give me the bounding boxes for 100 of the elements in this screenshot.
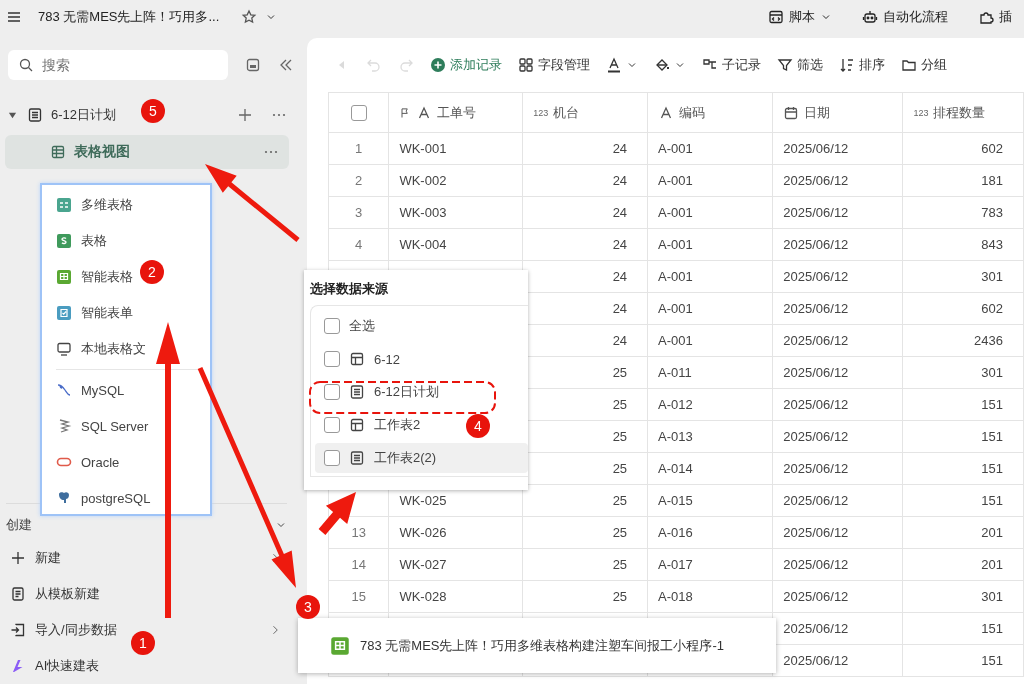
- list-item[interactable]: 全选: [315, 311, 383, 341]
- table-cell: 2025/06/12: [783, 397, 849, 412]
- menu-item[interactable]: MySQL: [56, 382, 125, 398]
- menu-item[interactable]: 导入/同步数据: [10, 621, 117, 639]
- table-cell: 783: [981, 205, 1003, 220]
- puzzle-icon: [978, 9, 994, 25]
- table-cell: 2025/06/12: [783, 301, 849, 316]
- table-cell: 2025/06/12: [783, 589, 849, 604]
- toolbar-button[interactable]: 分组: [894, 51, 954, 79]
- tree-item[interactable]: 表格视图: [5, 135, 289, 169]
- grid-icon: [518, 57, 534, 73]
- row-number: 13: [351, 525, 366, 540]
- column-header[interactable]: 工单号: [437, 103, 477, 122]
- list-item[interactable]: 6-12日计划: [315, 377, 448, 407]
- search-field[interactable]: 搜索: [8, 50, 228, 80]
- menu-item[interactable]: AI快速建表: [10, 657, 100, 675]
- table-cell: A-015: [658, 493, 693, 508]
- table-cell: 25: [612, 525, 628, 540]
- plus-icon[interactable]: [237, 107, 253, 123]
- number-type-label: 123: [533, 107, 549, 118]
- menu-item[interactable]: 表格: [56, 232, 107, 250]
- expand-triangle-icon[interactable]: [8, 110, 17, 120]
- table-cell: WK-003: [399, 205, 447, 220]
- table-cell: 843: [981, 237, 1003, 252]
- column-header[interactable]: 编码: [679, 103, 706, 122]
- column-header[interactable]: 日期: [804, 103, 831, 122]
- table-cell: 24: [612, 333, 628, 348]
- toolbar-button[interactable]: 筛选: [770, 51, 830, 79]
- toolbar-button[interactable]: 排序: [832, 51, 892, 79]
- table-cell: A-001: [658, 205, 693, 220]
- toolbar-button[interactable]: 字段管理: [511, 51, 597, 79]
- table-cell: A-014: [658, 461, 693, 476]
- table-cell: 151: [981, 397, 1003, 412]
- table-cell: 301: [981, 269, 1003, 284]
- toolbar-button[interactable]: 脚本: [762, 8, 838, 26]
- checkbox[interactable]: [324, 450, 340, 466]
- checkbox[interactable]: [324, 351, 340, 367]
- list-item[interactable]: 工作表2(2): [315, 443, 528, 473]
- toolbar-button[interactable]: 插: [972, 8, 1018, 26]
- import-icon: [10, 622, 26, 638]
- table-cell: 151: [981, 493, 1003, 508]
- table-cell: A-001: [658, 141, 693, 156]
- list-item[interactable]: 6-12: [315, 344, 409, 374]
- checkbox[interactable]: [324, 417, 340, 433]
- table-cell: 2025/06/12: [783, 365, 849, 380]
- table-cell: 24: [612, 205, 628, 220]
- notification-toast[interactable]: 783 无需MES先上阵！巧用多维表格构建注塑车间报工小程序-1: [298, 618, 776, 673]
- star-icon[interactable]: [241, 9, 258, 25]
- table-cell: 25: [612, 429, 628, 444]
- table-cell: 25: [612, 589, 628, 604]
- popup-title: 选择数据来源: [310, 280, 389, 298]
- table-cell: A-011: [658, 365, 692, 380]
- column-header[interactable]: 排程数量: [933, 103, 986, 122]
- sort-icon: [839, 57, 855, 73]
- toolbar-button[interactable]: 自动化流程: [856, 8, 954, 26]
- checkbox[interactable]: [324, 384, 340, 400]
- table-cell: 25: [612, 493, 628, 508]
- paint-bucket-icon: [654, 57, 670, 73]
- table-cell: 301: [981, 365, 1003, 380]
- table-cell: A-001: [658, 269, 693, 284]
- menu-item[interactable]: SQL Server: [56, 418, 149, 434]
- menu-item[interactable]: 智能表单: [56, 304, 133, 322]
- table-icon: [330, 635, 350, 656]
- table-cell: A-017: [658, 557, 693, 572]
- folder-icon: [901, 57, 917, 73]
- table-cell: WK-026: [399, 525, 447, 540]
- table-cell: A-001: [658, 173, 693, 188]
- menu-item[interactable]: postgreSQL: [56, 490, 151, 506]
- table-cell: 24: [612, 269, 628, 284]
- column-header[interactable]: 机台: [553, 103, 580, 122]
- table-cell: 151: [981, 653, 1003, 668]
- toolbar-button[interactable]: 子记录: [695, 51, 768, 79]
- number-badge: 5: [141, 99, 165, 123]
- panel-icon[interactable]: [245, 57, 261, 73]
- script-icon: [768, 9, 784, 25]
- table-cell: WK-004: [399, 237, 447, 252]
- table-cell: 25: [612, 365, 628, 380]
- tree-item[interactable]: 6-12日计划: [25, 104, 119, 126]
- menu-item[interactable]: 本地表格文: [56, 340, 146, 358]
- table-cell: 2025/06/12: [783, 621, 849, 636]
- table-cell: 25: [612, 397, 628, 412]
- checkbox[interactable]: [350, 104, 367, 121]
- table-cell: 24: [612, 237, 628, 252]
- table-cell: 201: [981, 557, 1003, 572]
- menu-icon[interactable]: [6, 9, 22, 25]
- document-icon: [10, 586, 26, 602]
- number-badge: 3: [296, 595, 320, 619]
- menu-item[interactable]: 新建: [10, 549, 61, 567]
- menu-item[interactable]: 智能表格: [56, 268, 133, 286]
- menu-item[interactable]: 从模板新建: [10, 585, 100, 603]
- toolbar-button[interactable]: 添加记录: [423, 51, 509, 79]
- text-color-icon: [606, 57, 622, 73]
- table-cell: 181: [981, 173, 1003, 188]
- table-cell: WK-028: [399, 589, 447, 604]
- list-item[interactable]: 工作表2: [315, 410, 429, 440]
- menu-item[interactable]: 多维表格: [56, 196, 133, 214]
- row-number: 1: [355, 141, 363, 156]
- collapse-icon[interactable]: [278, 57, 294, 73]
- menu-item[interactable]: Oracle: [56, 454, 120, 470]
- checkbox[interactable]: [324, 318, 340, 334]
